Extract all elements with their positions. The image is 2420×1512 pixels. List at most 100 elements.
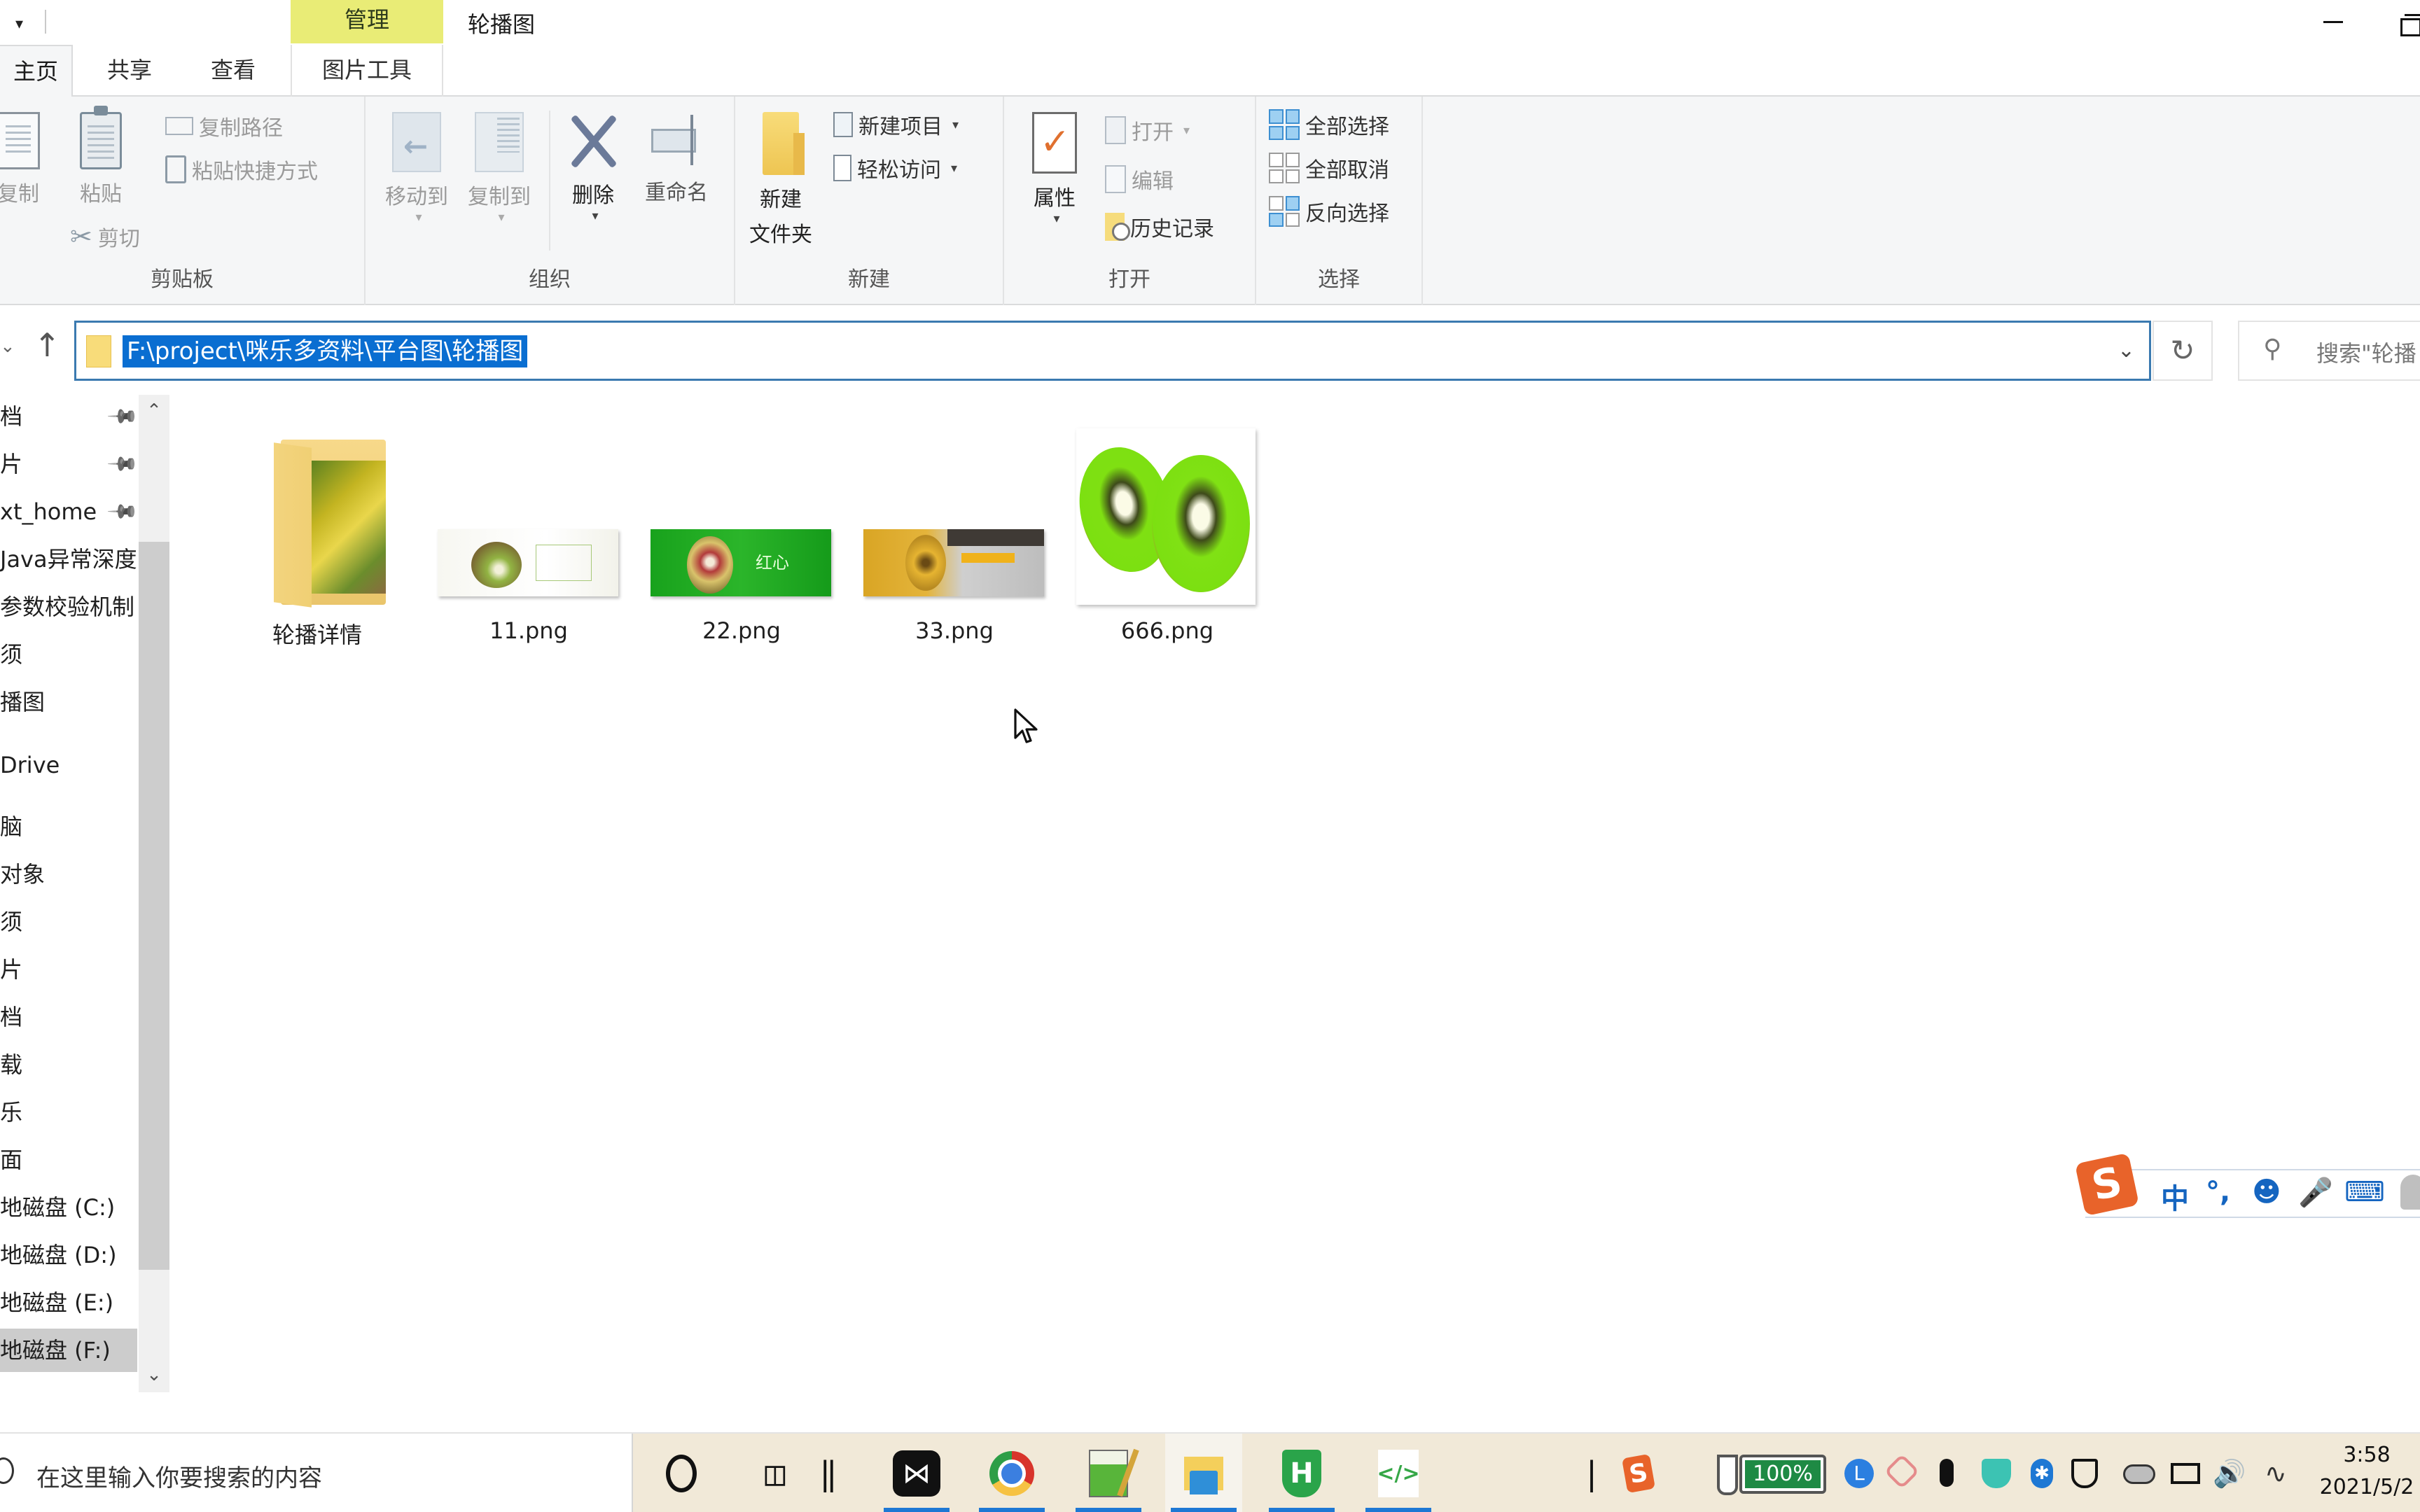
microphone-icon[interactable] [1940,1459,1954,1487]
file-item-image[interactable]: 33.png [853,412,1056,650]
open-button[interactable]: 打开 ▾ [1105,115,1190,146]
scroll-up-icon[interactable]: ⌃ [139,400,169,421]
file-item-image[interactable]: 666.png [1066,412,1269,650]
nav-item[interactable]: 地磁盘 (D:) [0,1233,137,1277]
pin-icon[interactable]: 📌 [99,490,137,533]
ime-punctuation-toggle[interactable]: °, [2206,1176,2230,1208]
scroll-down-icon[interactable]: ⌄ [139,1364,169,1385]
nav-item[interactable]: xt_home 📌 [0,490,137,533]
lingoes-icon[interactable]: L [1844,1459,1874,1488]
nav-item[interactable]: 片 [0,948,137,991]
nav-item[interactable]: 须 [0,633,137,676]
pinwheel-icon[interactable] [1884,1453,1920,1490]
mic-icon[interactable]: 🎤 [2298,1176,2333,1209]
taskbar-app-code-editor[interactable]: </> [1360,1434,1437,1512]
tab-share[interactable]: 共享 [91,45,168,97]
up-arrow-icon[interactable]: ↑ [34,326,61,364]
wifi-icon[interactable]: ∿ [2265,1459,2294,1488]
task-view-button[interactable]: ◫ [737,1434,814,1512]
nav-item[interactable]: 须 [0,900,137,944]
keyboard-icon[interactable]: ⌨ [2344,1176,2385,1208]
copy-path-button[interactable]: 复制路径 [165,111,283,141]
sogou-logo-icon[interactable]: S [2074,1152,2140,1217]
new-folder-button[interactable]: 新建 文件夹 [742,112,819,248]
restore-button[interactable] [2381,6,2420,36]
scissors-icon: ✂ [70,221,92,252]
history-button[interactable]: 历史记录 [1105,211,1214,242]
copy-to-icon [475,112,524,172]
address-path-input[interactable]: F:\project\咪乐多资料\平台图\轮播图 [123,335,528,368]
image-thumbnail: 红心 [651,529,831,596]
nav-scrollbar-thumb[interactable] [139,542,169,1270]
file-item-image[interactable]: 红心 22.png [640,412,843,650]
taskbar-app-capcut[interactable]: ⋈ [878,1434,955,1512]
nav-item[interactable]: Java异常深度 [0,538,137,581]
refresh-button[interactable]: ↻ [2153,321,2213,381]
battery-indicator[interactable]: 100% [1739,1455,1826,1494]
windows-defender-warning-icon[interactable] [2071,1459,2098,1488]
taskbar-search-input[interactable]: 在这里输入你要搜索的内容 [0,1434,633,1512]
tab-home[interactable]: 主页 [0,45,73,98]
taskbar-clock[interactable]: 3:58 2021/5/2 [2311,1439,2420,1504]
tab-picture-tools[interactable]: 图片工具 [291,45,443,97]
invert-selection-button[interactable]: 反向选择 [1269,196,1389,227]
easy-access-button[interactable]: 轻松访问 ▾ [833,153,957,183]
power-icon[interactable] [2171,1463,2200,1484]
emoji-icon[interactable]: ☻ [2252,1176,2281,1208]
nav-item[interactable]: 脑 [0,805,137,848]
pin-icon[interactable]: 📌 [99,395,137,438]
onedrive-icon[interactable] [2123,1464,2155,1484]
nav-item[interactable]: 参数校验机制 [0,585,137,629]
select-none-button[interactable]: 全部取消 [1269,153,1389,183]
taskbar-app-chrome[interactable] [973,1434,1050,1512]
nav-item[interactable]: 地磁盘 (C:) [0,1186,137,1229]
nav-item[interactable]: 地磁盘 (E:) [0,1281,137,1324]
delete-button[interactable]: 删除 ▾ [562,112,625,223]
cut-button[interactable]: ✂ 剪切 [70,221,140,252]
move-to-button[interactable]: 移动到 ▾ [378,112,455,225]
nav-item-label: 地磁盘 (E:) [0,1289,114,1316]
edit-button[interactable]: 编辑 [1105,164,1174,195]
ime-mode-toggle[interactable]: 中 [2161,1176,2189,1217]
security-shield-icon[interactable] [1982,1459,2011,1488]
nav-item[interactable]: 播图 [0,680,137,724]
recent-locations-chevron-icon[interactable]: ⌄ [0,336,15,357]
bluetooth-icon[interactable]: ✱ [2031,1459,2053,1488]
minimize-button[interactable] [2311,6,2353,36]
navigation-pane: 档 📌 片 📌 xt_home 📌 Java异常深度 参数校验机制须播图 Drive 脑对象须片档… [0,395,172,1403]
nav-item[interactable]: Drive [0,743,137,787]
copy-to-button[interactable]: 复制到 ▾ [461,112,538,225]
paste-button[interactable]: 粘贴 [73,106,129,207]
address-dropdown-icon[interactable]: ⌄ [2118,338,2135,363]
file-item-image[interactable]: 11.png [427,412,630,650]
nav-item[interactable]: 片 📌 [0,442,137,486]
nav-item[interactable]: 档 📌 [0,395,137,438]
rename-button[interactable]: 重命名 [634,112,718,206]
quick-access-toolbar-dropdown-icon[interactable]: ▾ [15,15,23,33]
taskbar-app-hbuilder[interactable]: H [1263,1434,1340,1512]
file-item-folder[interactable]: 轮播详情 [216,412,419,650]
pin-icon[interactable]: 📌 [99,442,137,486]
volume-icon[interactable]: 🔊 [2213,1459,2246,1488]
move-to-dropdown-icon: ▾ [415,210,422,225]
nav-item[interactable]: 地磁盘 (F:) [0,1329,137,1372]
tray-sogou[interactable]: S [1604,1434,1674,1512]
search-input[interactable]: ⚲ 搜索"轮播 [2238,321,2420,381]
taskbar-app-file-explorer[interactable] [1165,1434,1242,1512]
tab-view[interactable]: 查看 [195,45,272,97]
address-bar[interactable]: F:\project\咪乐多资料\平台图\轮播图 ⌄ [74,321,2151,381]
copy-button[interactable]: 复制 [0,112,46,207]
user-icon[interactable] [2400,1175,2420,1210]
paste-shortcut-button[interactable]: 粘贴快捷方式 [165,154,318,185]
new-item-button[interactable]: 新建项目 ▾ [833,109,959,140]
select-all-button[interactable]: 全部选择 [1269,109,1389,140]
nav-scrollbar[interactable]: ⌃ ⌄ [139,395,169,1392]
nav-item[interactable]: 面 [0,1138,137,1182]
nav-item[interactable]: 档 [0,995,137,1039]
properties-button[interactable]: 属性 ▾ [1020,112,1090,226]
nav-item[interactable]: 乐 [0,1091,137,1134]
cortana-button[interactable] [643,1434,720,1512]
taskbar-app-notepad[interactable] [1070,1434,1147,1512]
nav-item[interactable]: 对象 [0,853,137,896]
nav-item[interactable]: 载 [0,1043,137,1086]
